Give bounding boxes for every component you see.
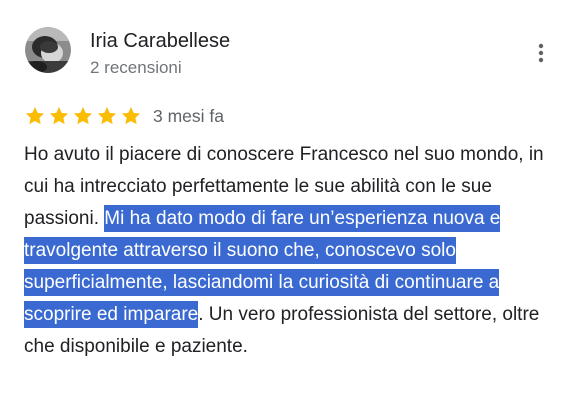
star-icon <box>25 107 45 125</box>
star-icon <box>97 107 117 125</box>
rating-row: 3 mesi fa <box>24 103 224 129</box>
star-rating <box>24 105 142 127</box>
avatar-photo <box>25 27 71 73</box>
more-options-button[interactable] <box>526 38 556 68</box>
author-review-count[interactable]: 2 recensioni <box>90 57 182 79</box>
review-text: Ho avuto il piacere di conoscere Frances… <box>24 139 554 363</box>
more-vertical-icon <box>538 43 544 63</box>
review-card: Iria Carabellese 2 recensioni 3 mesi fa … <box>0 0 583 406</box>
star-icon <box>121 107 141 125</box>
avatar[interactable] <box>25 27 71 73</box>
star-icon <box>73 107 93 125</box>
author-name[interactable]: Iria Carabellese <box>90 29 230 53</box>
review-date: 3 mesi fa <box>153 106 224 126</box>
star-icon <box>49 107 69 125</box>
